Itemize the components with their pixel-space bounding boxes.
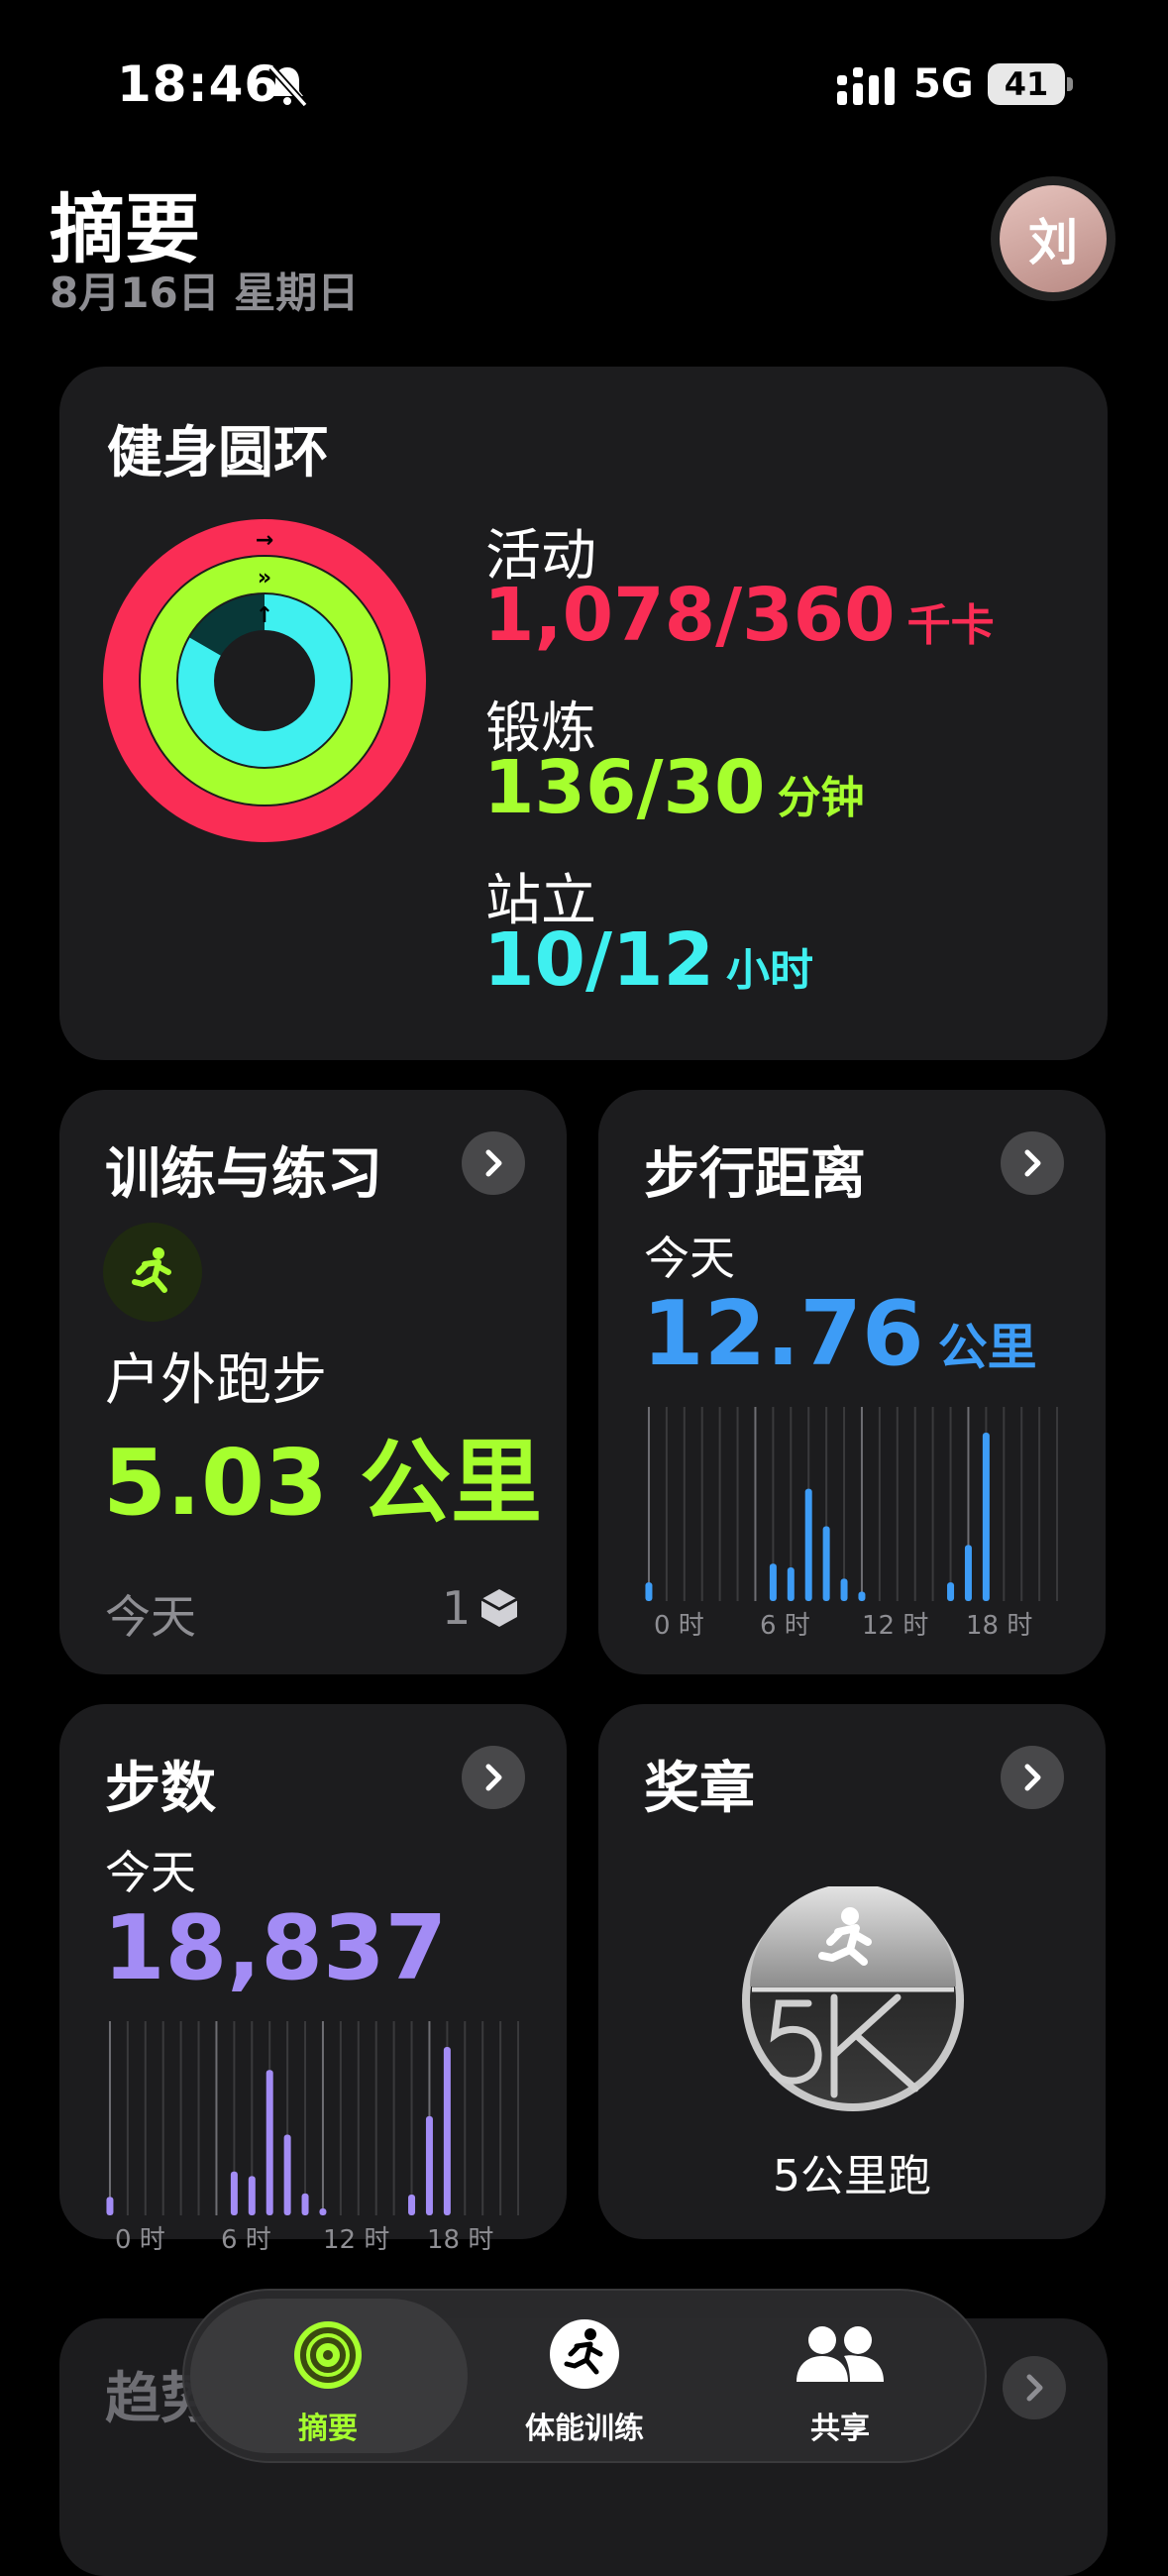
walking-unit: 公里 (937, 1319, 1037, 1376)
stand-unit: 小时 (725, 945, 813, 996)
tab-summary-label: 摘要 (298, 2412, 358, 2446)
medal-label: 5公里跑 (773, 2151, 931, 2201)
chevron-right-icon[interactable] (1003, 2356, 1066, 2419)
running-icon (550, 2319, 619, 2389)
chevron-right-icon[interactable] (1001, 1131, 1064, 1195)
running-icon (103, 1223, 202, 1322)
chevron-right-icon[interactable] (1001, 1746, 1064, 1809)
axis-label: 18 时 (966, 1611, 1033, 1641)
exercise-value: 136/30 分钟 (483, 745, 864, 830)
signal-icon (837, 67, 895, 105)
chart-bar (822, 1526, 830, 1601)
axis-label: 0 时 (654, 1611, 704, 1641)
chart-bar (769, 1563, 777, 1601)
svg-text:↑: ↑ (256, 603, 273, 628)
page-date: 8月16日 星期日 (50, 268, 360, 317)
card-title: 步行距离 (644, 1142, 866, 1207)
battery-cap (1067, 77, 1073, 91)
network-type: 5G (913, 61, 974, 107)
axis-label: 6 时 (221, 2225, 271, 2255)
avatar[interactable]: 刘 (991, 176, 1115, 301)
avatar-initial: 刘 (1000, 185, 1107, 292)
stand-amount: 10/12 (483, 917, 714, 1003)
tab-fitness-label: 体能训练 (525, 2412, 644, 2446)
chevron-right-icon[interactable] (462, 1131, 525, 1195)
steps-chart (106, 2021, 520, 2215)
tab-sharing-label: 共享 (810, 2412, 870, 2446)
chart-bar (283, 2134, 291, 2215)
walking-period: 今天 (644, 1232, 735, 1285)
chart-bar (787, 1567, 795, 1601)
walking-value: 12.76 公里 (642, 1282, 1037, 1386)
chart-bar (947, 1582, 955, 1601)
axis-label: 12 时 (323, 2225, 390, 2255)
steps-card[interactable]: 步数 今天 18,837 0 时 6 时 12 时 18 时 (59, 1704, 567, 2255)
walking-distance-card[interactable]: 步行距离 今天 12.76 公里 0 时 6 时 12 时 18 时 (598, 1090, 1106, 1674)
card-title: 奖章 (644, 1757, 755, 1821)
chevron-right-icon[interactable] (462, 1746, 525, 1809)
workout-type: 户外跑步 (105, 1348, 327, 1413)
walking-amount: 12.76 (642, 1282, 924, 1386)
card-title: 健身圆环 (107, 421, 329, 485)
axis-label: 12 时 (862, 1611, 929, 1641)
workout-distance: 5.03 公里 (103, 1430, 543, 1536)
chart-bar (443, 2047, 451, 2215)
chart-bar (265, 2070, 273, 2215)
5k-medal-icon (742, 1886, 964, 2111)
status-time: 18:46 (117, 55, 280, 113)
chart-bar (319, 2208, 327, 2215)
workout-count-value: 1 (442, 1581, 472, 1635)
workout-period: 今天 (105, 1590, 196, 1644)
axis-label: 0 时 (115, 2225, 165, 2255)
move-amount: 1,078/360 (483, 573, 896, 658)
steps-period: 今天 (105, 1846, 196, 1899)
chart-bar (425, 2115, 433, 2215)
axis-label: 6 时 (760, 1611, 810, 1641)
chart-bar (964, 1545, 972, 1601)
workout-count: 1 (442, 1581, 522, 1635)
move-value: 1,078/360 千卡 (483, 573, 995, 658)
steps-value: 18,837 (103, 1896, 448, 2000)
exercise-amount: 136/30 (483, 745, 766, 830)
chart-bar (804, 1488, 812, 1601)
chart-bar (840, 1578, 848, 1601)
activity-rings-icon: → » ↑ (103, 519, 426, 842)
chart-bar (248, 2176, 256, 2215)
chart-bar (301, 2193, 309, 2215)
people-icon (796, 2326, 884, 2382)
walking-distance-chart (645, 1407, 1059, 1601)
svg-text:→: → (256, 528, 273, 553)
svg-text:»: » (258, 566, 271, 590)
card-title: 步数 (105, 1757, 216, 1821)
axis-label: 18 时 (427, 2225, 494, 2255)
awards-card[interactable]: 奖章 5公里跑 (598, 1704, 1106, 2239)
card-title: 训练与练习 (105, 1142, 382, 1207)
exercise-unit: 分钟 (777, 773, 865, 823)
workouts-card[interactable]: 训练与练习 户外跑步 5.03 公里 今天 1 (59, 1090, 567, 1674)
chart-bar (230, 2171, 238, 2215)
chart-bar (408, 2195, 416, 2215)
move-unit: 千卡 (906, 600, 995, 651)
chart-bar (645, 1582, 653, 1601)
battery-level: 41 (988, 63, 1065, 105)
chart-bar (982, 1433, 990, 1601)
stand-value: 10/12 小时 (483, 917, 813, 1003)
chart-bar (858, 1591, 866, 1601)
silent-bell-icon (268, 64, 308, 108)
activity-rings-card[interactable]: 健身圆环 → » ↑ 活动 1,078/360 千卡 锻炼 136/30 分钟 站立… (59, 367, 1108, 1060)
activity-rings-icon (294, 2321, 362, 2389)
chart-bar (106, 2197, 114, 2215)
stack-icon (480, 1589, 519, 1627)
